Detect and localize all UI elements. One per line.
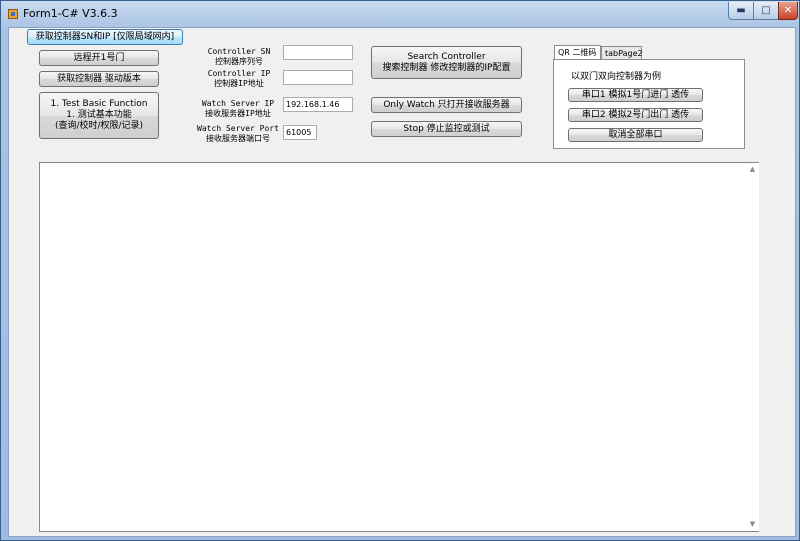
search-controller-line-2: 搜索控制器 修改控制器的IP配置 bbox=[382, 62, 511, 73]
watch-server-port-label-en: Watch Server Port bbox=[197, 124, 279, 133]
controller-ip-label: Controller IP 控制器IP地址 bbox=[197, 69, 281, 89]
window-title: Form1-C# V3.6.3 bbox=[23, 7, 118, 20]
tab-caption: 以双门双向控制器为例 bbox=[571, 72, 662, 82]
watch-server-ip-label-cn: 接收服务器IP地址 bbox=[205, 109, 271, 118]
test-basic-line-1: 1. Test Basic Function bbox=[50, 99, 148, 109]
scroll-up-icon[interactable]: ▲ bbox=[746, 163, 759, 176]
test-basic-function-button[interactable]: 1. Test Basic Function 1. 测试基本功能 (查询/校时/… bbox=[39, 92, 159, 139]
remote-open-door-button[interactable]: 远程开1号门 bbox=[39, 50, 159, 66]
title-bar[interactable]: Form1-C# V3.6.3 ▬ □ ✕ bbox=[1, 1, 799, 27]
watch-server-port-input[interactable]: 61005 bbox=[283, 125, 317, 140]
close-button[interactable]: ✕ bbox=[778, 2, 798, 20]
vertical-scrollbar[interactable]: ▲ ▼ bbox=[746, 163, 759, 531]
output-textbox[interactable] bbox=[39, 162, 759, 532]
cancel-all-serial-ports-button[interactable]: 取消全部串口 bbox=[568, 128, 703, 142]
test-basic-line-3: (查询/校时/权限/记录) bbox=[54, 121, 144, 131]
get-sn-ip-button[interactable]: 获取控制器SN和IP [仅限局域网内] bbox=[27, 29, 183, 45]
scroll-down-icon[interactable]: ▼ bbox=[746, 518, 759, 531]
search-controller-line-1: Search Controller bbox=[407, 51, 486, 62]
stop-button[interactable]: Stop 停止监控或测试 bbox=[371, 121, 522, 137]
watch-server-port-label-cn: 接收服务器端口号 bbox=[206, 134, 270, 143]
controller-ip-label-en: Controller IP bbox=[207, 69, 271, 78]
controller-sn-label-cn: 控制器序列号 bbox=[215, 57, 263, 66]
get-driver-version-button[interactable]: 获取控制器 驱动版本 bbox=[39, 71, 159, 87]
maximize-button[interactable]: □ bbox=[753, 2, 779, 20]
controller-ip-input[interactable] bbox=[283, 70, 353, 85]
search-controller-button[interactable]: Search Controller 搜索控制器 修改控制器的IP配置 bbox=[371, 46, 522, 79]
client-area: 获取控制器SN和IP [仅限局域网内] 远程开1号门 获取控制器 驱动版本 1.… bbox=[8, 27, 796, 537]
only-watch-button[interactable]: Only Watch 只打开接收服务器 bbox=[371, 97, 522, 113]
serial-port-2-button[interactable]: 串口2 模拟2号门出门 透传 bbox=[568, 108, 703, 122]
watch-server-ip-label-en: Watch Server IP bbox=[201, 99, 275, 108]
watch-server-ip-label: Watch Server IP 接收服务器IP地址 bbox=[195, 99, 281, 119]
serial-port-1-button[interactable]: 串口1 模拟1号门进门 透传 bbox=[568, 88, 703, 102]
test-basic-line-2: 1. 测试基本功能 bbox=[66, 110, 132, 120]
minimize-button[interactable]: ▬ bbox=[728, 2, 754, 20]
controller-sn-label-en: Controller SN bbox=[207, 47, 271, 56]
watch-server-port-label: Watch Server Port 接收服务器端口号 bbox=[195, 124, 281, 144]
controller-sn-label: Controller SN 控制器序列号 bbox=[197, 47, 281, 67]
app-icon bbox=[8, 9, 18, 19]
controller-ip-label-cn: 控制器IP地址 bbox=[214, 79, 264, 88]
watch-server-ip-input[interactable]: 192.168.1.46 bbox=[283, 97, 353, 112]
controller-sn-input[interactable] bbox=[283, 45, 353, 60]
main-window: Form1-C# V3.6.3 ▬ □ ✕ 获取控制器SN和IP [仅限局域网内… bbox=[0, 0, 800, 541]
